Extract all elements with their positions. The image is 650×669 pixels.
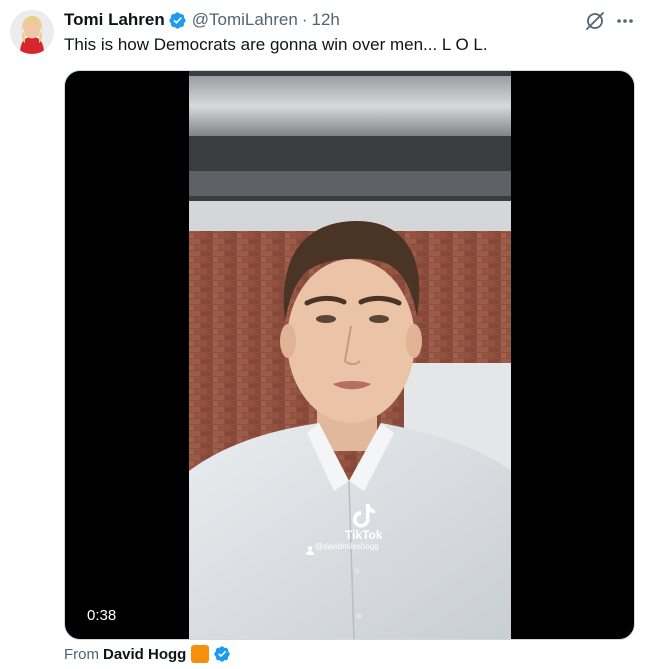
video-attribution: From David Hogg (64, 645, 231, 663)
more-options-icon[interactable] (614, 10, 636, 32)
user-icon (306, 542, 314, 555)
video-player[interactable]: TikTok @davidmileshogg 0:38 (64, 70, 635, 640)
tiktok-logo-icon (352, 502, 376, 528)
attribution-name[interactable]: David Hogg (103, 646, 186, 663)
author-handle[interactable]: @TomiLahren (192, 10, 298, 30)
tweet-header: Tomi Lahren @TomiLahren · 12h (64, 9, 340, 31)
video-duration: 0:38 (87, 607, 117, 624)
orange-square-emoji-icon (191, 645, 210, 663)
tiktok-watermark-brand: TikTok (345, 528, 383, 542)
author-name[interactable]: Tomi Lahren (64, 10, 165, 30)
avatar-image (10, 10, 54, 54)
video-frame[interactable] (189, 71, 511, 639)
verified-badge-icon[interactable] (168, 11, 187, 30)
video-thumbnail (189, 71, 511, 639)
verified-badge-icon[interactable] (213, 645, 231, 663)
author-avatar[interactable] (10, 10, 54, 54)
tiktok-watermark-user: @davidmileshogg (315, 542, 379, 551)
tweet-timestamp[interactable]: 12h (312, 10, 340, 30)
tweet-text: This is how Democrats are gonna win over… (64, 35, 488, 54)
attribution-prefix: From (64, 645, 99, 663)
grok-icon[interactable] (584, 10, 606, 32)
separator-dot: · (301, 10, 308, 29)
